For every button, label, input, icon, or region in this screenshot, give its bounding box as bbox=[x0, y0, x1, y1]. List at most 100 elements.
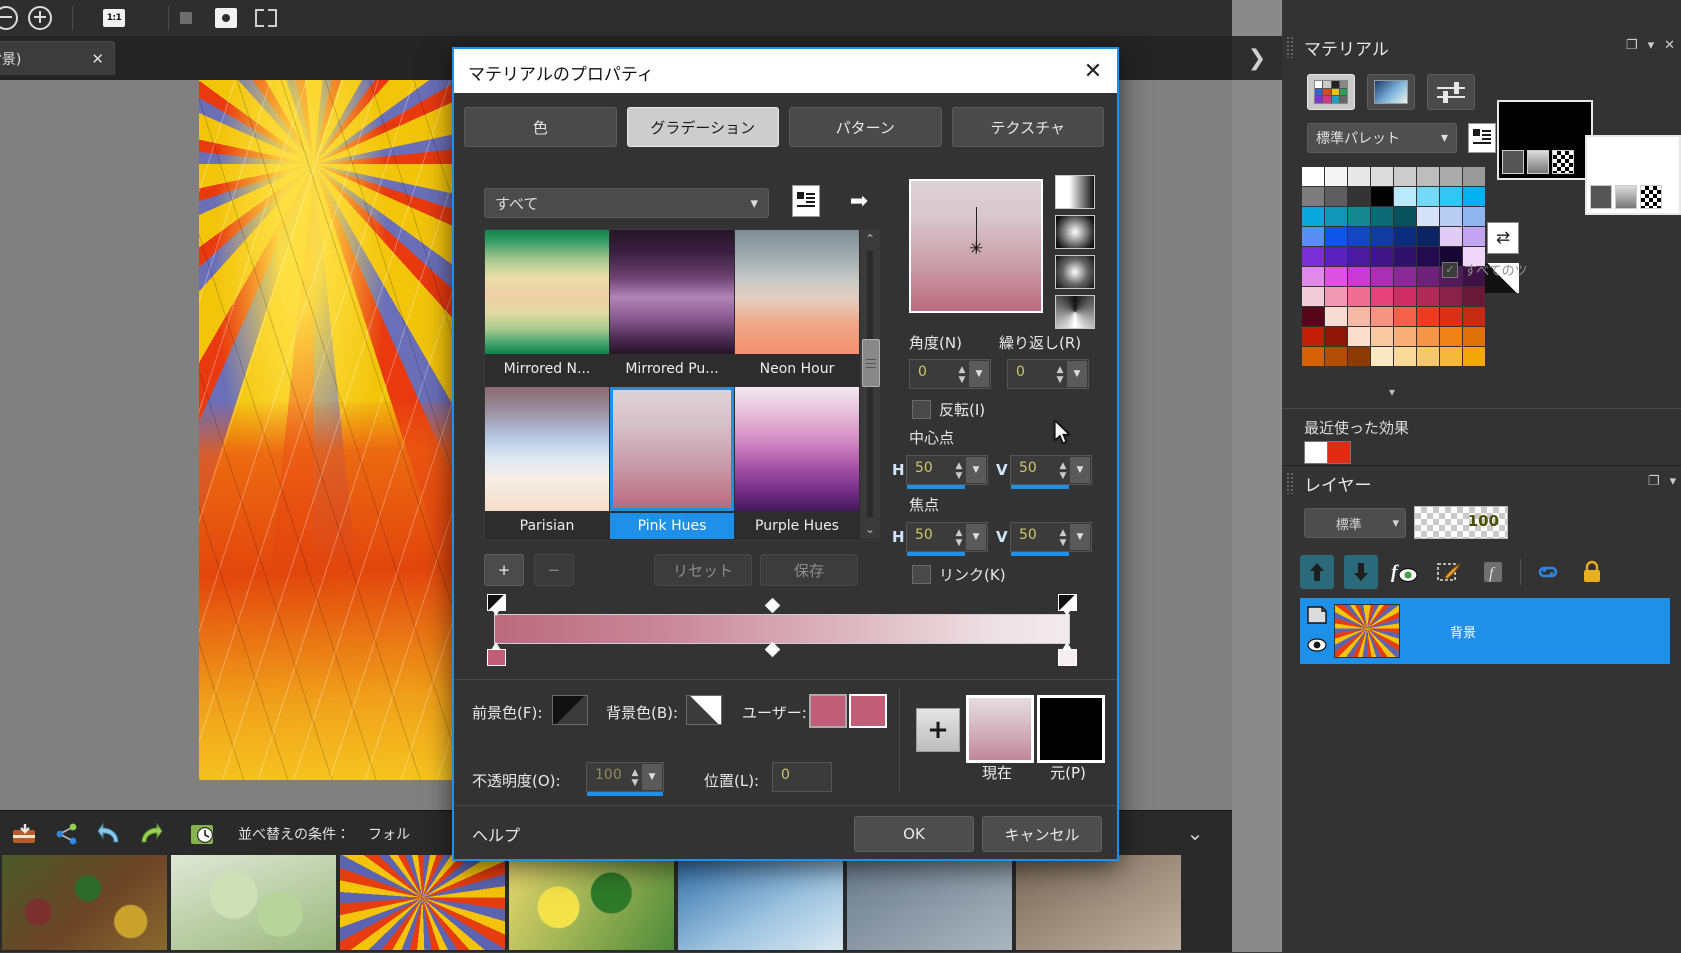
palette-swatch[interactable] bbox=[1394, 287, 1416, 306]
move-up-icon[interactable] bbox=[1300, 555, 1334, 589]
focal-v-slider[interactable] bbox=[1011, 552, 1069, 556]
chevron-down-icon[interactable]: ▾ bbox=[1670, 474, 1677, 489]
gradient-icon[interactable] bbox=[1367, 74, 1415, 110]
gradient-thumbnail[interactable] bbox=[610, 230, 734, 354]
palette-swatch[interactable] bbox=[1440, 347, 1462, 366]
chevron-down-icon[interactable]: ▼ bbox=[1067, 361, 1087, 387]
palette-swatch[interactable] bbox=[1325, 247, 1347, 266]
palette-swatch[interactable] bbox=[1302, 187, 1324, 206]
palette-swatch[interactable] bbox=[1302, 307, 1324, 326]
redo-icon[interactable] bbox=[134, 817, 168, 851]
palette-swatch[interactable] bbox=[1302, 207, 1324, 226]
palette-swatch[interactable] bbox=[1325, 227, 1347, 246]
ok-button[interactable]: OK bbox=[854, 816, 974, 852]
palette-swatch[interactable] bbox=[1440, 187, 1462, 206]
list-menu-icon[interactable] bbox=[1468, 123, 1496, 153]
palette-select[interactable]: 標準パレット ▾ bbox=[1307, 123, 1457, 153]
chevron-down-icon[interactable]: ▾ bbox=[1648, 38, 1655, 53]
lock-icon[interactable] bbox=[1575, 555, 1609, 589]
palette-swatch[interactable] bbox=[1348, 347, 1370, 366]
gradient-list-scrollbar[interactable]: ⌃ ⌄ bbox=[860, 229, 880, 539]
recent-effect-swatch[interactable] bbox=[1304, 441, 1328, 464]
palette-swatch[interactable] bbox=[1325, 187, 1347, 206]
chevron-down-icon[interactable]: ▼ bbox=[966, 457, 986, 483]
palette-swatch[interactable] bbox=[1325, 307, 1347, 326]
palette-swatch[interactable] bbox=[1394, 167, 1416, 186]
palette-swatch[interactable] bbox=[1348, 327, 1370, 346]
zoom-out-icon[interactable] bbox=[0, 4, 20, 32]
palette-swatch[interactable] bbox=[1371, 347, 1393, 366]
palette-swatch[interactable] bbox=[1302, 227, 1324, 246]
palette-swatch[interactable] bbox=[1463, 167, 1485, 186]
maximize-icon[interactable]: ❐ bbox=[1648, 474, 1660, 489]
color-stop[interactable] bbox=[1058, 642, 1077, 666]
gradient-category-select[interactable]: すべて ▾ bbox=[484, 188, 769, 218]
palette-swatch[interactable] bbox=[1463, 287, 1485, 306]
transparency-stop[interactable] bbox=[1058, 594, 1077, 617]
share-icon[interactable] bbox=[50, 817, 84, 851]
blend-mode-select[interactable]: 標準 ▾ bbox=[1304, 508, 1406, 538]
gradient-item[interactable]: Mirrored Pu... bbox=[610, 230, 734, 385]
maximize-icon[interactable]: ❐ bbox=[1626, 38, 1638, 53]
layer-opacity-field[interactable]: 100 bbox=[1414, 506, 1508, 539]
palette-swatch[interactable] bbox=[1325, 207, 1347, 226]
list-item[interactable] bbox=[509, 855, 674, 950]
palette-swatch[interactable] bbox=[1440, 207, 1462, 226]
palette-swatch[interactable] bbox=[1394, 207, 1416, 226]
transparency-stop[interactable] bbox=[487, 594, 506, 617]
eye-icon[interactable] bbox=[1306, 637, 1328, 657]
gradient-preview[interactable]: ✳ bbox=[909, 179, 1043, 313]
palette-swatch[interactable] bbox=[1463, 347, 1485, 366]
scrollbar-thumb[interactable] bbox=[862, 339, 880, 387]
user-swatch-2[interactable] bbox=[849, 694, 887, 728]
gradient-thumbnail[interactable] bbox=[485, 230, 609, 354]
gradient-editor[interactable] bbox=[486, 594, 1076, 664]
link-checkbox[interactable]: リンク(K) bbox=[912, 564, 1006, 585]
palette-swatch[interactable] bbox=[1302, 267, 1324, 286]
palette-swatch[interactable] bbox=[1325, 327, 1347, 346]
palette-swatch[interactable] bbox=[1371, 207, 1393, 226]
opacity-field[interactable]: 100 ▲▼ ▼ bbox=[586, 762, 664, 792]
add-color-button[interactable]: + bbox=[916, 708, 960, 752]
palette-swatch[interactable] bbox=[1394, 327, 1416, 346]
all-tools-checkbox[interactable]: ✓ すべてのツ bbox=[1442, 260, 1642, 279]
swap-colors-icon[interactable]: ⇄ bbox=[1487, 222, 1519, 254]
checkbox-icon[interactable]: ✓ bbox=[1442, 262, 1458, 278]
palette-swatch[interactable] bbox=[1302, 247, 1324, 266]
fullscreen-icon[interactable] bbox=[252, 4, 280, 32]
palette-swatch[interactable] bbox=[1463, 307, 1485, 326]
focal-h-field[interactable]: 50 ▲▼ ▼ bbox=[906, 522, 988, 552]
spinner-arrows-icon[interactable]: ▲▼ bbox=[1054, 363, 1066, 387]
angle-field[interactable]: 0 ▲▼ ▼ bbox=[909, 359, 991, 389]
gradient-thumbnail[interactable] bbox=[735, 387, 859, 511]
color-stop[interactable] bbox=[487, 642, 506, 666]
cancel-button[interactable]: キャンセル bbox=[982, 816, 1102, 852]
gradient-item[interactable]: Neon Hour bbox=[735, 230, 859, 385]
chevron-down-icon[interactable]: ▼ bbox=[1070, 524, 1090, 550]
close-icon[interactable]: ✕ bbox=[1664, 38, 1675, 53]
drag-grip-icon[interactable] bbox=[1286, 472, 1294, 494]
chevron-down-icon[interactable]: ▼ bbox=[966, 524, 986, 550]
actual-size-icon[interactable]: 1:1 bbox=[100, 4, 128, 32]
spinner-arrows-icon[interactable]: ▲▼ bbox=[956, 363, 968, 387]
checkbox-icon[interactable] bbox=[912, 565, 931, 584]
palette-swatch[interactable] bbox=[1417, 187, 1439, 206]
pattern-swatch[interactable] bbox=[1552, 150, 1574, 174]
sort-value[interactable]: フォル bbox=[368, 824, 410, 844]
palette-swatch[interactable] bbox=[1417, 307, 1439, 326]
help-link[interactable]: ヘルプ bbox=[472, 822, 520, 846]
gradient-thumbnail[interactable] bbox=[735, 230, 859, 354]
clock-icon[interactable] bbox=[186, 817, 220, 851]
palette-swatch[interactable] bbox=[1394, 267, 1416, 286]
palette-swatch[interactable] bbox=[1394, 227, 1416, 246]
mask-icon[interactable] bbox=[1432, 555, 1466, 589]
drag-grip-icon[interactable] bbox=[1286, 36, 1294, 58]
invert-checkbox[interactable]: 反転(I) bbox=[912, 399, 985, 420]
palette-swatch[interactable] bbox=[1348, 307, 1370, 326]
palette-swatch[interactable] bbox=[1394, 307, 1416, 326]
background-color-swatch[interactable] bbox=[1585, 135, 1681, 215]
palette-grid-icon[interactable] bbox=[1307, 74, 1355, 110]
position-field[interactable]: 0 bbox=[772, 762, 832, 792]
gradient-item[interactable]: Parisian bbox=[485, 387, 609, 541]
list-item[interactable] bbox=[847, 855, 1012, 950]
